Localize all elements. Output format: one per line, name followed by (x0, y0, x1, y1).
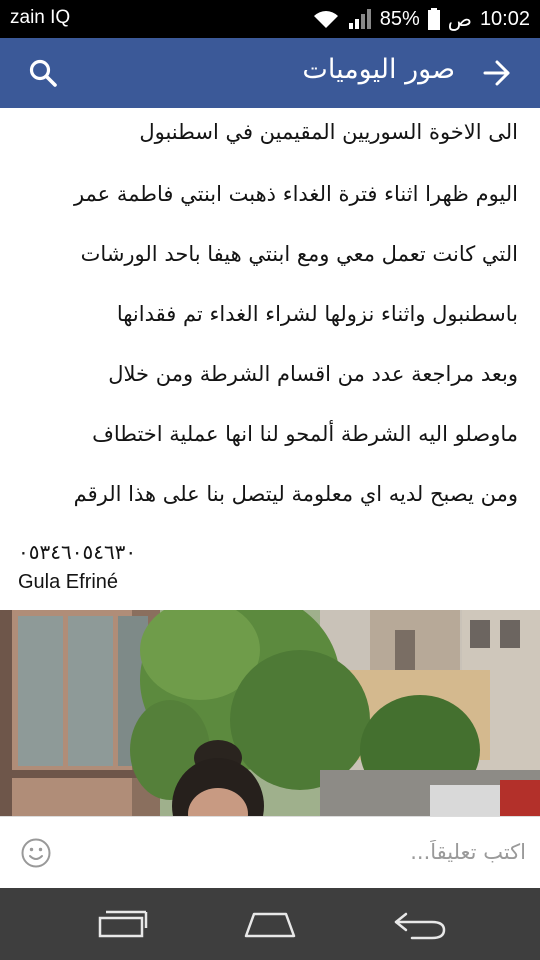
post-photo[interactable] (0, 610, 540, 816)
home-icon[interactable] (240, 906, 300, 942)
post-line: وبعد مراجعة عدد من اقسام الشرطة ومن خلال (108, 362, 518, 386)
author-name[interactable]: Gula Efriné (18, 571, 118, 594)
recent-apps-icon[interactable] (92, 906, 152, 942)
carrier-name: zain IQ (10, 7, 71, 28)
system-nav-bar (0, 888, 540, 960)
post-line: ومن يصبح لديه اي معلومة ليتصل بنا على هذ… (73, 482, 518, 506)
post-line: باسطنبول واثناء نزولها لشراء الغداء تم ف… (116, 302, 518, 326)
page-title: صور اليوميات (302, 54, 455, 85)
wifi-icon (313, 11, 338, 28)
clock: 10:02 (479, 7, 530, 30)
search-icon[interactable] (28, 58, 58, 88)
photo-scene (0, 610, 540, 816)
post-line: الى الاخوة السوريين المقيمين في اسطنبول (139, 120, 518, 144)
signal-icon (348, 9, 371, 29)
battery-icon (427, 8, 440, 30)
phone-number: ٠٥٣٤٦٠٥٤٦٣٠ (18, 540, 137, 564)
battery-percent: 85% (379, 7, 420, 30)
post-line: ماوصلو اليه الشرطة ألمحو لنا انها عملية … (92, 422, 518, 446)
status-indicators: 85% ص 10:02 (312, 4, 530, 34)
comment-input[interactable] (104, 839, 528, 865)
comment-bar (0, 816, 540, 889)
status-bar: zain IQ 85% ص 10:02 (0, 0, 540, 38)
ampm-label: ص (447, 8, 472, 31)
app-header: صور اليوميات (0, 38, 540, 108)
post-line: اليوم ظهرا اثناء فترة الغداء ذهبت ابنتي … (73, 182, 518, 206)
smiley-icon[interactable] (20, 837, 52, 869)
back-arrow-icon[interactable] (482, 58, 512, 88)
post-line: التي كانت تعمل معي ومع ابنتي هيفا باحد ا… (80, 242, 518, 266)
back-icon[interactable] (390, 906, 450, 942)
